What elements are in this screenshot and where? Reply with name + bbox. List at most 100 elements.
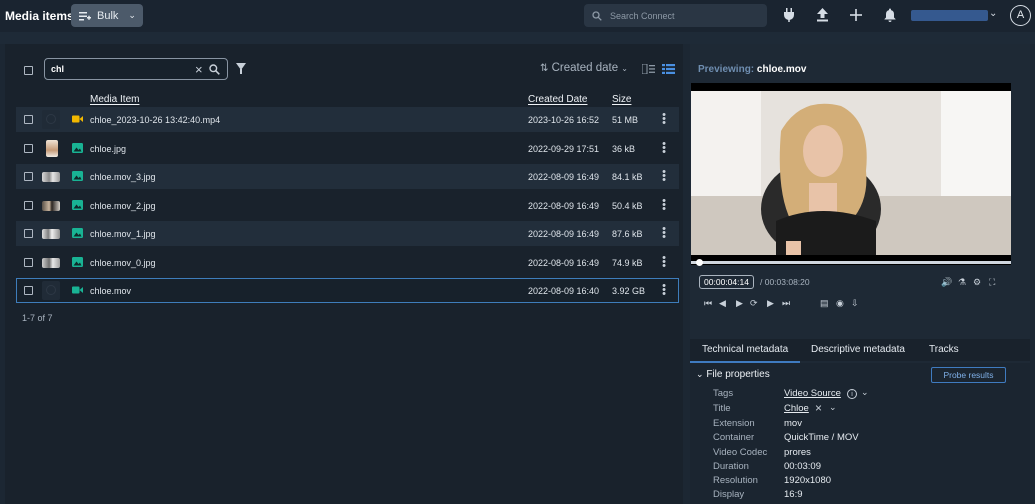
tab-technical-metadata[interactable]: Technical metadata bbox=[702, 344, 788, 355]
file-size: 50.4 kB bbox=[612, 201, 643, 211]
more-options-icon[interactable]: • • • bbox=[662, 167, 666, 186]
chevron-down-icon: ⌄ bbox=[621, 64, 628, 73]
chevron-down-icon[interactable]: ⌄ bbox=[829, 402, 837, 413]
image-icon bbox=[72, 228, 83, 238]
tab-descriptive-metadata[interactable]: Descriptive metadata bbox=[811, 344, 905, 355]
video-player[interactable] bbox=[691, 83, 1011, 265]
media-item-name[interactable]: chloe.jpg bbox=[90, 144, 126, 154]
created-date: 2022-08-09 16:49 bbox=[528, 229, 600, 239]
row-checkbox[interactable] bbox=[24, 258, 33, 267]
bulk-list-icon bbox=[79, 11, 91, 20]
grid-view-icon[interactable] bbox=[642, 64, 655, 74]
table-row[interactable]: chloe.jpg 2022-09-29 17:51 36 kB • • • bbox=[16, 136, 679, 161]
table-row[interactable]: chloe.mov_1.jpg 2022-08-09 16:49 87.6 kB… bbox=[16, 221, 679, 246]
file-size: 87.6 kB bbox=[612, 229, 643, 239]
page-title: Media items bbox=[5, 9, 74, 23]
subtitles-icon[interactable]: ▤ bbox=[820, 298, 829, 309]
upload-icon[interactable] bbox=[814, 8, 830, 24]
timecode-field[interactable]: 00:00:04:14 bbox=[699, 275, 754, 289]
row-checkbox[interactable] bbox=[24, 115, 33, 124]
table-row[interactable]: chloe.mov_0.jpg 2022-08-09 16:49 74.9 kB… bbox=[16, 250, 679, 275]
avatar[interactable]: A bbox=[1010, 5, 1031, 26]
column-header-created-date[interactable]: Created Date bbox=[528, 94, 587, 105]
seek-handle[interactable] bbox=[696, 259, 703, 266]
skip-to-end-icon[interactable]: ⏭ bbox=[782, 298, 790, 309]
filter-value: chl bbox=[51, 64, 65, 74]
filter-input[interactable]: chl × bbox=[44, 58, 228, 80]
file-size: 36 kB bbox=[612, 144, 636, 154]
search-placeholder: Search Connect bbox=[610, 10, 675, 21]
column-header-size[interactable]: Size bbox=[612, 94, 631, 105]
add-icon[interactable] bbox=[848, 8, 864, 24]
remove-icon[interactable]: × bbox=[815, 401, 822, 415]
chevron-down-icon[interactable]: ⌄ bbox=[861, 387, 869, 398]
row-checkbox[interactable] bbox=[24, 201, 33, 210]
bulk-button[interactable]: Bulk ⌄ bbox=[71, 4, 143, 27]
more-options-icon[interactable]: • • • bbox=[662, 224, 666, 243]
search-icon[interactable] bbox=[209, 64, 220, 75]
table-row-selected[interactable]: chloe.mov 2022-08-09 16:40 3.92 GB • • • bbox=[16, 278, 679, 303]
image-icon bbox=[72, 171, 83, 181]
volume-icon[interactable]: 🔊 bbox=[941, 277, 952, 288]
filter-icon[interactable] bbox=[236, 63, 246, 74]
title-value[interactable]: Chloe bbox=[784, 403, 809, 414]
more-options-icon[interactable]: • • • bbox=[662, 196, 666, 215]
created-date: 2022-09-29 17:51 bbox=[528, 144, 600, 154]
image-icon bbox=[72, 200, 83, 210]
step-back-icon[interactable]: ◀ bbox=[719, 298, 726, 309]
media-item-name[interactable]: chloe.mov_3.jpg bbox=[90, 172, 156, 182]
clear-icon[interactable]: × bbox=[195, 62, 203, 77]
loop-icon[interactable]: ⟳ bbox=[750, 298, 758, 309]
property-value: 16:9 bbox=[784, 489, 803, 500]
play-icon[interactable]: ▶ bbox=[736, 298, 743, 309]
table-row[interactable]: chloe_2023-10-26 13:42:40.mp4 2023-10-26… bbox=[16, 107, 679, 132]
media-item-name[interactable]: chloe.mov bbox=[90, 286, 131, 296]
row-checkbox[interactable] bbox=[24, 144, 33, 153]
row-checkbox[interactable] bbox=[24, 229, 33, 238]
more-options-icon[interactable]: • • • bbox=[662, 281, 666, 300]
preview-heading: Previewing: chloe.mov bbox=[698, 64, 806, 75]
info-icon[interactable]: i bbox=[847, 389, 857, 399]
tag-value[interactable]: Video Source bbox=[784, 388, 841, 399]
audio-waveform-icon[interactable]: ⚗ bbox=[958, 277, 966, 288]
more-options-icon[interactable]: • • • bbox=[662, 110, 666, 129]
table-row[interactable]: chloe.mov_2.jpg 2022-08-09 16:49 50.4 kB… bbox=[16, 193, 679, 218]
table-row[interactable]: chloe.mov_3.jpg 2022-08-09 16:49 84.1 kB… bbox=[16, 164, 679, 189]
user-account-name[interactable] bbox=[911, 10, 988, 21]
tab-tracks[interactable]: Tracks bbox=[929, 344, 959, 355]
file-size: 74.9 kB bbox=[612, 258, 643, 268]
skip-to-start-icon[interactable]: ⏮ bbox=[704, 298, 712, 309]
thumbnail-placeholder bbox=[42, 110, 60, 129]
column-header-media-item[interactable]: Media Item bbox=[90, 94, 139, 105]
plug-icon[interactable] bbox=[781, 8, 797, 24]
more-options-icon[interactable]: • • • bbox=[662, 139, 666, 158]
snapshot-camera-icon[interactable]: ◉ bbox=[836, 298, 844, 309]
step-forward-icon[interactable]: ▶ bbox=[767, 298, 774, 309]
settings-icon[interactable]: ⚙ bbox=[973, 277, 981, 288]
list-view-icon[interactable] bbox=[662, 64, 675, 74]
property-value: QuickTime / MOV bbox=[784, 432, 859, 443]
property-label: Display bbox=[713, 489, 745, 500]
preview-filename: chloe.mov bbox=[756, 64, 807, 75]
chevron-down-icon[interactable]: ⌄ bbox=[989, 8, 997, 19]
property-label: Duration bbox=[713, 461, 749, 472]
probe-results-button[interactable]: Probe results bbox=[931, 367, 1006, 383]
row-checkbox[interactable] bbox=[24, 286, 33, 295]
file-properties-toggle[interactable]: ⌄ File properties bbox=[696, 369, 770, 380]
sort-dropdown[interactable]: ⇅ Created date ⌄ bbox=[540, 62, 628, 74]
property-value: 1920x1080 bbox=[784, 475, 832, 486]
more-options-icon[interactable]: • • • bbox=[662, 253, 666, 272]
seek-bar[interactable] bbox=[691, 261, 1011, 264]
media-item-name[interactable]: chloe.mov_1.jpg bbox=[90, 229, 156, 239]
fullscreen-icon[interactable]: ⛶ bbox=[989, 277, 995, 288]
media-item-name[interactable]: chloe.mov_0.jpg bbox=[90, 258, 156, 268]
bell-icon[interactable] bbox=[882, 8, 898, 24]
file-size: 51 MB bbox=[612, 115, 639, 125]
select-all-checkbox[interactable] bbox=[24, 66, 33, 75]
download-frame-icon[interactable]: ⇩ bbox=[851, 298, 859, 309]
media-item-name[interactable]: chloe.mov_2.jpg bbox=[90, 201, 156, 211]
total-duration: / 00:03:08:20 bbox=[760, 277, 810, 287]
row-checkbox[interactable] bbox=[24, 172, 33, 181]
media-item-name[interactable]: chloe_2023-10-26 13:42:40.mp4 bbox=[90, 115, 220, 125]
global-search-input[interactable]: Search Connect bbox=[584, 4, 767, 27]
